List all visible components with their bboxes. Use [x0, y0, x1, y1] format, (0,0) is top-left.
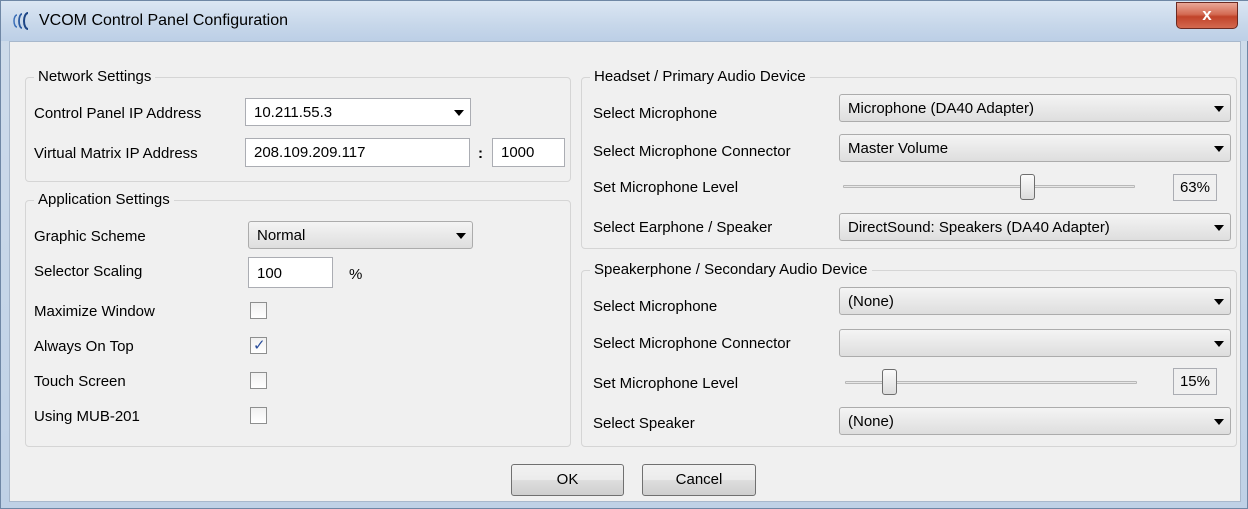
headset-level-label: Set Microphone Level	[593, 179, 739, 196]
speakerphone-speaker-value: (None)	[848, 413, 894, 430]
speakerphone-connector-label: Select Microphone Connector	[593, 335, 791, 352]
chevron-down-icon	[454, 110, 464, 116]
application-settings-title: Application Settings	[34, 191, 174, 208]
title-bar[interactable]: VCOM Control Panel Configuration x	[1, 1, 1248, 41]
using-mub-201-checkbox[interactable]	[250, 407, 267, 424]
maximize-window-label: Maximize Window	[34, 303, 155, 320]
close-icon: x	[1202, 5, 1212, 24]
speakerphone-level-readout: 15%	[1173, 368, 1217, 395]
speakerphone-mic-select[interactable]: (None)	[839, 287, 1231, 315]
close-button[interactable]: x	[1176, 2, 1238, 29]
chevron-down-icon	[1214, 225, 1224, 231]
speakerphone-connector-select[interactable]	[839, 329, 1231, 357]
selector-scaling-unit: %	[349, 266, 363, 283]
headset-mic-value: Microphone (DA40 Adapter)	[848, 100, 1034, 117]
selector-scaling-input[interactable]: 100	[248, 257, 333, 288]
window-title: VCOM Control Panel Configuration	[39, 12, 289, 29]
maximize-window-checkbox[interactable]	[250, 302, 267, 319]
speakerphone-speaker-label: Select Speaker	[593, 415, 695, 432]
graphic-scheme-select[interactable]: Normal	[248, 221, 473, 249]
control-panel-ip-value: 10.211.55.3	[254, 104, 333, 121]
port-input[interactable]: 1000	[492, 138, 565, 167]
headset-earphone-select[interactable]: DirectSound: Speakers (DA40 Adapter)	[839, 213, 1231, 241]
control-panel-ip-select[interactable]: 10.211.55.3	[245, 98, 471, 126]
touch-screen-label: Touch Screen	[34, 373, 126, 390]
headset-level-value: 63%	[1179, 179, 1210, 196]
headset-earphone-label: Select Earphone / Speaker	[593, 219, 773, 236]
always-on-top-label: Always On Top	[34, 338, 134, 355]
speakerphone-mic-value: (None)	[848, 293, 894, 310]
port-value: 1000	[501, 144, 535, 161]
cancel-button[interactable]: Cancel	[642, 464, 756, 496]
selector-scaling-value: 100	[257, 265, 283, 282]
speakerphone-mic-label: Select Microphone	[593, 298, 718, 315]
config-window: VCOM Control Panel Configuration x Netwo…	[0, 0, 1248, 509]
ok-button[interactable]: OK	[511, 464, 624, 496]
chevron-down-icon	[456, 233, 466, 239]
using-mub-201-label: Using MUB-201	[34, 408, 140, 425]
graphic-scheme-value: Normal	[257, 227, 306, 244]
network-settings-title: Network Settings	[34, 68, 156, 85]
headset-title: Headset / Primary Audio Device	[590, 68, 810, 85]
headset-connector-label: Select Microphone Connector	[593, 143, 791, 160]
headset-earphone-value: DirectSound: Speakers (DA40 Adapter)	[848, 219, 1110, 236]
speakerphone-level-label: Set Microphone Level	[593, 375, 739, 392]
headset-mic-label: Select Microphone	[593, 105, 718, 122]
virtual-matrix-ip-input[interactable]: 208.109.209.117	[245, 138, 470, 167]
headset-level-track[interactable]	[843, 185, 1135, 188]
graphic-scheme-label: Graphic Scheme	[34, 228, 146, 245]
speakerphone-title: Speakerphone / Secondary Audio Device	[590, 261, 872, 278]
speakerphone-level-thumb[interactable]	[881, 369, 897, 395]
always-on-top-checkbox[interactable]: ✓	[250, 337, 267, 354]
headset-mic-select[interactable]: Microphone (DA40 Adapter)	[839, 94, 1231, 122]
selector-scaling-label: Selector Scaling	[34, 263, 143, 280]
chevron-down-icon	[1214, 146, 1224, 152]
speakerphone-level-value: 15%	[1179, 373, 1210, 390]
chevron-down-icon	[1214, 299, 1224, 305]
headset-connector-value: Master Volume	[848, 140, 949, 157]
control-panel-ip-label: Control Panel IP Address	[34, 105, 202, 122]
headset-level-thumb[interactable]	[1019, 174, 1035, 200]
headset-level-readout: 63%	[1173, 174, 1217, 201]
chevron-down-icon	[1214, 341, 1224, 347]
touch-screen-checkbox[interactable]	[250, 372, 267, 389]
port-separator: :	[478, 145, 483, 162]
vcom-sound-waves-icon	[13, 12, 29, 30]
speakerphone-speaker-select[interactable]: (None)	[839, 407, 1231, 435]
checkmark-icon: ✓	[253, 337, 266, 354]
headset-connector-select[interactable]: Master Volume	[839, 134, 1231, 162]
chevron-down-icon	[1214, 419, 1224, 425]
virtual-matrix-ip-label: Virtual Matrix IP Address	[34, 145, 198, 162]
virtual-matrix-ip-value: 208.109.209.117	[254, 144, 366, 161]
chevron-down-icon	[1214, 106, 1224, 112]
